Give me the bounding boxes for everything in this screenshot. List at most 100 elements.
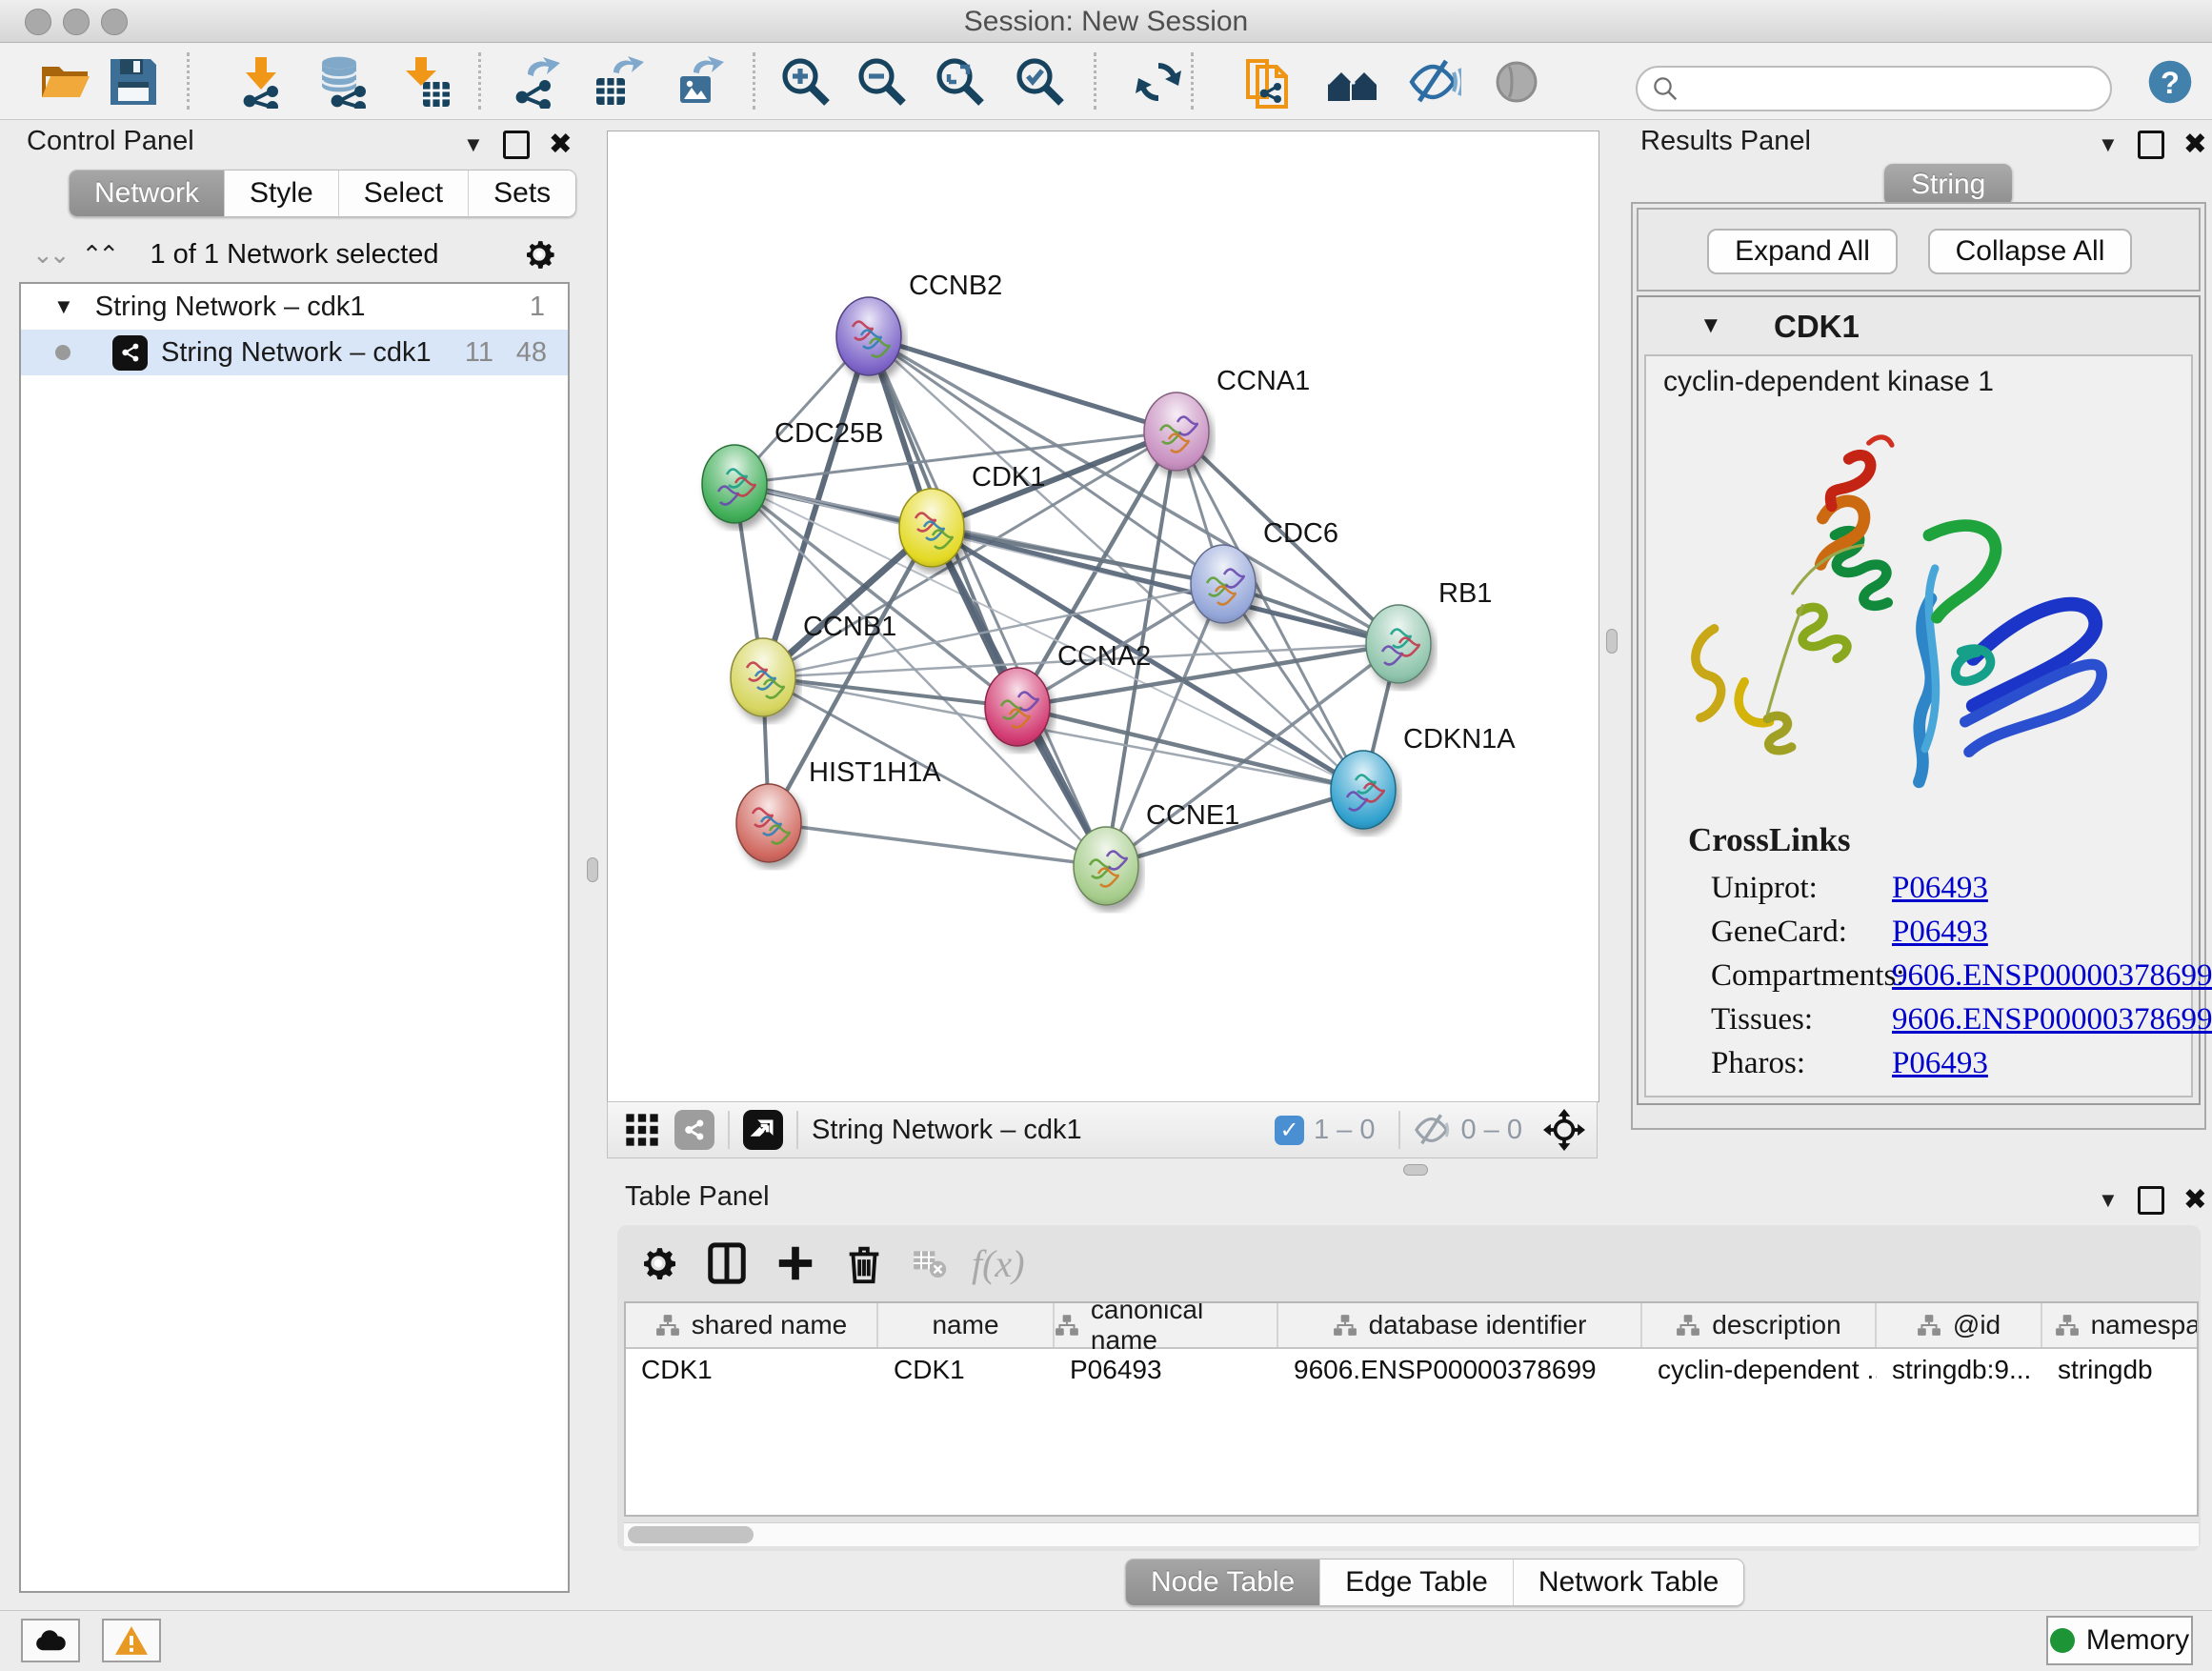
column-header-shared-name[interactable]: shared name: [626, 1303, 878, 1347]
left-splitter-handle[interactable]: [587, 857, 598, 882]
tab-network[interactable]: Network: [70, 171, 224, 216]
tab-style[interactable]: Style: [224, 171, 338, 216]
table-cell[interactable]: CDK1: [626, 1355, 878, 1385]
zoom-fit-button[interactable]: [932, 53, 989, 111]
crosslink-link[interactable]: 9606.ENSP00000378699: [1892, 958, 2212, 994]
network-canvas[interactable]: CCNB2CCNA1CDC25BCDK1CDC6RB1CCNB1CCNA2CDK…: [607, 131, 1599, 1102]
maximize-panel-icon[interactable]: [2138, 131, 2164, 159]
column-header-name[interactable]: name: [878, 1303, 1055, 1347]
network-view-toolbar: String Network – cdk1 ✓ 1 – 0 0 – 0: [607, 1101, 1598, 1158]
crosslink-link[interactable]: P06493: [1892, 1046, 1988, 1081]
edge-CCNA2-CDKN1A[interactable]: [1017, 707, 1363, 790]
float-panel-icon[interactable]: ▼: [2098, 132, 2119, 157]
node-CCNA1[interactable]: CCNA1: [1144, 366, 1310, 471]
memory-button[interactable]: Memory: [2046, 1616, 2193, 1665]
add-column-icon[interactable]: [774, 1241, 817, 1285]
column-header-description[interactable]: description: [1642, 1303, 1877, 1347]
tab-sets[interactable]: Sets: [468, 171, 575, 216]
network-graph[interactable]: CCNB2CCNA1CDC25BCDK1CDC6RB1CCNB1CCNA2CDK…: [608, 131, 1599, 1101]
search-input[interactable]: [1689, 73, 2110, 105]
warnings-button[interactable]: [102, 1619, 161, 1662]
close-panel-icon[interactable]: ✖: [549, 128, 573, 161]
column-type-icon: [1333, 1313, 1357, 1338]
column-header-canonical-name[interactable]: canonical name: [1055, 1303, 1278, 1347]
node-CDKN1A[interactable]: CDKN1A: [1331, 724, 1516, 829]
table-cell[interactable]: CDK1: [878, 1355, 1055, 1385]
maximize-panel-icon[interactable]: [503, 131, 530, 159]
column-header--id[interactable]: @id: [1877, 1303, 2042, 1347]
maximize-panel-icon[interactable]: [2138, 1186, 2164, 1215]
cytoscape-window: Session: New Session: [0, 0, 2212, 1671]
float-panel-icon[interactable]: ▼: [2098, 1188, 2119, 1213]
node-CDC6[interactable]: CDC6: [1191, 518, 1338, 623]
tab-network-table[interactable]: Network Table: [1513, 1560, 1744, 1605]
export-table-button[interactable]: [589, 53, 646, 111]
import-table-file-button[interactable]: [396, 53, 453, 111]
scrollbar-thumb[interactable]: [628, 1526, 754, 1543]
apply-layout-button[interactable]: [1130, 53, 1187, 111]
network-options-gear-icon[interactable]: [520, 235, 558, 273]
table-horizontal-scrollbar[interactable]: [624, 1522, 2199, 1546]
tab-string[interactable]: String: [1884, 164, 2012, 206]
node-RB1[interactable]: RB1: [1366, 578, 1492, 683]
collapse-gene-icon[interactable]: ▼: [1699, 312, 1722, 339]
right-splitter-handle[interactable]: [1606, 629, 1618, 654]
selected-checkbox-icon[interactable]: ✓: [1275, 1116, 1304, 1145]
export-image-button[interactable]: [671, 53, 728, 111]
network-share-badge-icon[interactable]: [674, 1110, 714, 1150]
show-graphics-button[interactable]: [1488, 53, 1545, 111]
network-row-selected[interactable]: String Network – cdk1 11 48: [21, 330, 568, 375]
crosslink-link[interactable]: P06493: [1892, 871, 1988, 906]
help-button[interactable]: ?: [2145, 57, 2195, 107]
expand-all-button[interactable]: Expand All: [1707, 229, 1898, 274]
edge-CCNB2-RB1[interactable]: [869, 336, 1398, 644]
delete-column-trash-icon[interactable]: [842, 1241, 886, 1285]
tab-select[interactable]: Select: [338, 171, 468, 216]
edge-CCNB2-CCNA1[interactable]: [869, 336, 1176, 432]
node-label-CDK1: CDK1: [972, 462, 1045, 493]
table-panel-controls: ▼ ✖: [2098, 1183, 2207, 1217]
column-header-database-identifier[interactable]: database identifier: [1278, 1303, 1642, 1347]
float-panel-icon[interactable]: ▼: [463, 132, 484, 157]
import-network-database-button[interactable]: [314, 53, 372, 111]
close-panel-icon[interactable]: ✖: [2183, 1183, 2207, 1217]
collection-expand-icon[interactable]: ▼: [53, 294, 74, 319]
zoom-selected-button[interactable]: [1012, 53, 1069, 111]
table-cell[interactable]: stringdb:9...: [1877, 1355, 2042, 1385]
edge-CCNB1-CCNA2[interactable]: [763, 677, 1017, 707]
string-document-button[interactable]: [1238, 53, 1296, 111]
tab-node-table[interactable]: Node Table: [1126, 1560, 1319, 1605]
zoom-out-button[interactable]: [854, 53, 911, 111]
table-row[interactable]: CDK1CDK1P064939606.ENSP00000378699cyclin…: [626, 1349, 2197, 1391]
node-label-CCNA2: CCNA2: [1057, 641, 1151, 672]
node-CCNB2[interactable]: CCNB2: [836, 271, 1002, 375]
edge-HIST1H1A-CCNE1[interactable]: [769, 823, 1106, 866]
import-network-file-button[interactable]: [232, 53, 290, 111]
table-cell[interactable]: cyclin-dependent ...: [1642, 1355, 1877, 1385]
table-cell[interactable]: stringdb: [2042, 1355, 2199, 1385]
select-columns-icon[interactable]: [705, 1241, 749, 1285]
tab-edge-table[interactable]: Edge Table: [1319, 1560, 1513, 1605]
column-header-namespace[interactable]: namespace: [2042, 1303, 2199, 1347]
zoom-in-icon: [779, 55, 833, 109]
detach-view-icon[interactable]: [743, 1110, 783, 1150]
pan-crosshair-icon[interactable]: [1543, 1109, 1585, 1151]
cloud-button[interactable]: [21, 1619, 80, 1662]
birdseye-grid-icon[interactable]: [623, 1111, 661, 1149]
horizontal-splitter-handle[interactable]: [1403, 1164, 1428, 1176]
open-session-button[interactable]: [36, 53, 93, 111]
table-options-gear-icon[interactable]: [636, 1241, 680, 1285]
table-cell[interactable]: 9606.ENSP00000378699: [1278, 1355, 1642, 1385]
hide-graphics-button[interactable]: [1406, 53, 1463, 111]
network-collection-row[interactable]: ▼ String Network – cdk1 1: [21, 284, 568, 330]
network-node-count: 11: [465, 337, 493, 369]
collapse-all-button[interactable]: Collapse All: [1928, 229, 2132, 274]
crosslink-link[interactable]: 9606.ENSP00000378699: [1892, 1002, 2212, 1037]
string-home-button[interactable]: [1324, 53, 1381, 111]
close-panel-icon[interactable]: ✖: [2183, 128, 2207, 161]
save-session-button[interactable]: [105, 53, 162, 111]
table-cell[interactable]: P06493: [1055, 1355, 1278, 1385]
crosslink-link[interactable]: P06493: [1892, 915, 1988, 950]
zoom-in-button[interactable]: [777, 53, 835, 111]
export-network-button[interactable]: [507, 53, 564, 111]
